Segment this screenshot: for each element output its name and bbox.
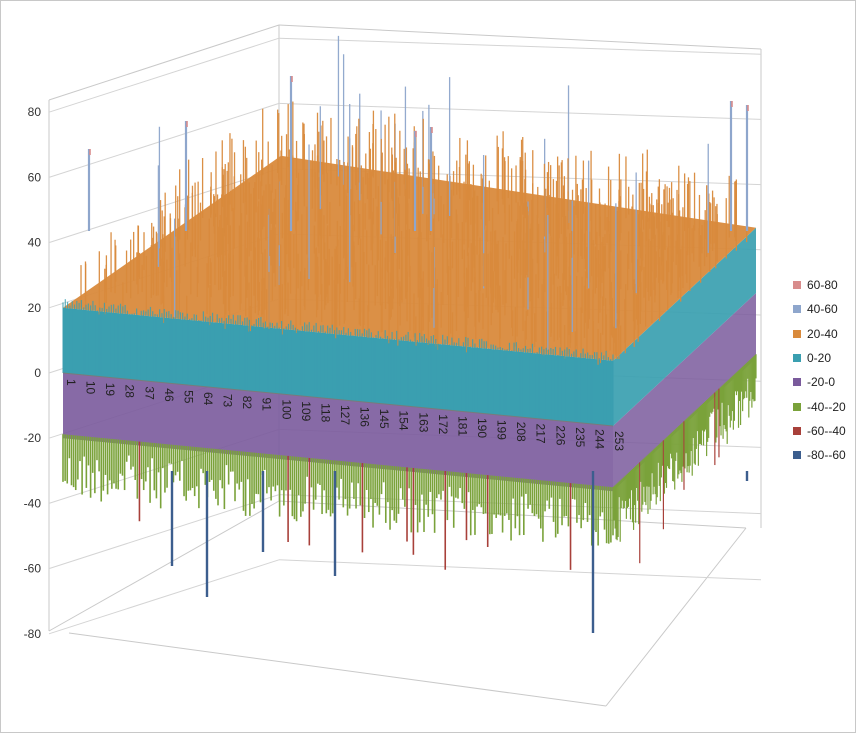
grid-wall-line bbox=[68, 632, 607, 707]
gridline bbox=[48, 37, 280, 113]
legend-swatch bbox=[793, 281, 801, 290]
gridline bbox=[278, 102, 762, 120]
x-tick-label: 10 bbox=[84, 381, 98, 395]
legend-swatch bbox=[793, 426, 801, 435]
legend-swatch bbox=[793, 354, 801, 363]
x-tick-label: 208 bbox=[514, 422, 528, 442]
chart-area: 80 60 40 20 0 -20 -40 -60 -80 1 10 19 28 37 46 55 64 73 8… bbox=[0, 0, 856, 733]
x-tick-label: 253 bbox=[612, 431, 626, 451]
gridline bbox=[48, 494, 280, 570]
legend-label: 60-80 bbox=[807, 278, 838, 293]
x-tick-label: 100 bbox=[279, 399, 293, 419]
legend-label: -80--60 bbox=[807, 448, 846, 463]
grid-wall-line bbox=[605, 527, 747, 707]
legend-swatch bbox=[793, 451, 801, 460]
legend-swatch bbox=[793, 305, 801, 314]
x-tick-label: 19 bbox=[103, 383, 117, 397]
x-tick-label: 226 bbox=[553, 425, 567, 445]
x-tick-label: 244 bbox=[592, 429, 606, 449]
legend-label: -20-0 bbox=[807, 375, 836, 390]
x-tick-label: 145 bbox=[377, 409, 391, 429]
legend-item: -80--60 bbox=[793, 443, 846, 467]
legend-item: 60-80 bbox=[793, 273, 846, 297]
x-tick-label: 217 bbox=[534, 424, 548, 444]
legend-label: 40-60 bbox=[807, 302, 838, 317]
legend-item: -60--40 bbox=[793, 419, 846, 443]
legend-swatch bbox=[793, 402, 801, 411]
x-tick-label: 181 bbox=[455, 416, 469, 436]
x-tick-label: 37 bbox=[142, 386, 156, 400]
z-tick-label: -40 bbox=[24, 496, 42, 510]
legend-label: -60--40 bbox=[807, 423, 846, 438]
grid-wall-line bbox=[278, 24, 762, 50]
x-tick-label: 82 bbox=[240, 396, 254, 410]
gridline bbox=[278, 559, 762, 581]
z-tick-label: 80 bbox=[28, 105, 42, 119]
x-tick-label: 190 bbox=[475, 418, 489, 438]
z-tick-label: -60 bbox=[24, 562, 42, 576]
x-tick-label: 172 bbox=[436, 414, 450, 434]
x-tick-label: 91 bbox=[260, 398, 274, 412]
legend: 60-80 40-60 20-40 0-20 -20-0 -40--20 -60--40 -8… bbox=[793, 273, 846, 467]
x-tick-label: 127 bbox=[338, 405, 352, 425]
legend-label: 20-40 bbox=[807, 326, 838, 341]
legend-label: 0-20 bbox=[807, 351, 832, 366]
grid-wall-line bbox=[48, 24, 280, 101]
legend-item: 20-40 bbox=[793, 322, 846, 346]
x-tick-label: 163 bbox=[416, 412, 430, 432]
z-tick-label: 60 bbox=[28, 170, 42, 184]
x-tick-label: 136 bbox=[358, 407, 372, 427]
legend-item: -20-0 bbox=[793, 370, 846, 394]
x-tick-label: 109 bbox=[299, 401, 313, 421]
x-tick-label: 73 bbox=[221, 394, 235, 408]
legend-label: -40--20 bbox=[807, 399, 846, 414]
x-tick-label: 1 bbox=[64, 379, 78, 386]
x-tick-label: 199 bbox=[495, 420, 509, 440]
x-tick-label: 118 bbox=[318, 403, 332, 422]
z-tick-label: -80 bbox=[24, 627, 42, 641]
gridline bbox=[48, 102, 280, 178]
legend-item: 0-20 bbox=[793, 346, 846, 370]
z-tick-label: 40 bbox=[28, 236, 42, 250]
x-tick-label: 46 bbox=[162, 388, 176, 402]
z-tick-label: 0 bbox=[34, 366, 41, 380]
x-tick-label: 64 bbox=[201, 392, 215, 406]
positive-surface bbox=[62, 35, 756, 426]
legend-item: 40-60 bbox=[793, 297, 846, 321]
gridline bbox=[278, 37, 762, 55]
z-tick-label: -20 bbox=[24, 431, 42, 445]
x-tick-label: 28 bbox=[123, 385, 137, 399]
legend-item: -40--20 bbox=[793, 394, 846, 418]
z-axis: 80 60 40 20 0 -20 -40 -60 -80 bbox=[24, 105, 42, 641]
surface-chart: 80 60 40 20 0 -20 -40 -60 -80 1 10 19 28 37 46 55 64 73 8… bbox=[24, 24, 762, 707]
z-tick-label: 20 bbox=[28, 301, 42, 315]
gridline bbox=[48, 559, 280, 635]
legend-swatch bbox=[793, 329, 801, 338]
legend-swatch bbox=[793, 378, 801, 387]
x-tick-label: 235 bbox=[573, 427, 587, 447]
x-tick-label: 55 bbox=[181, 390, 195, 404]
grid-wall-line bbox=[48, 500, 280, 632]
x-tick-label: 154 bbox=[397, 411, 411, 431]
